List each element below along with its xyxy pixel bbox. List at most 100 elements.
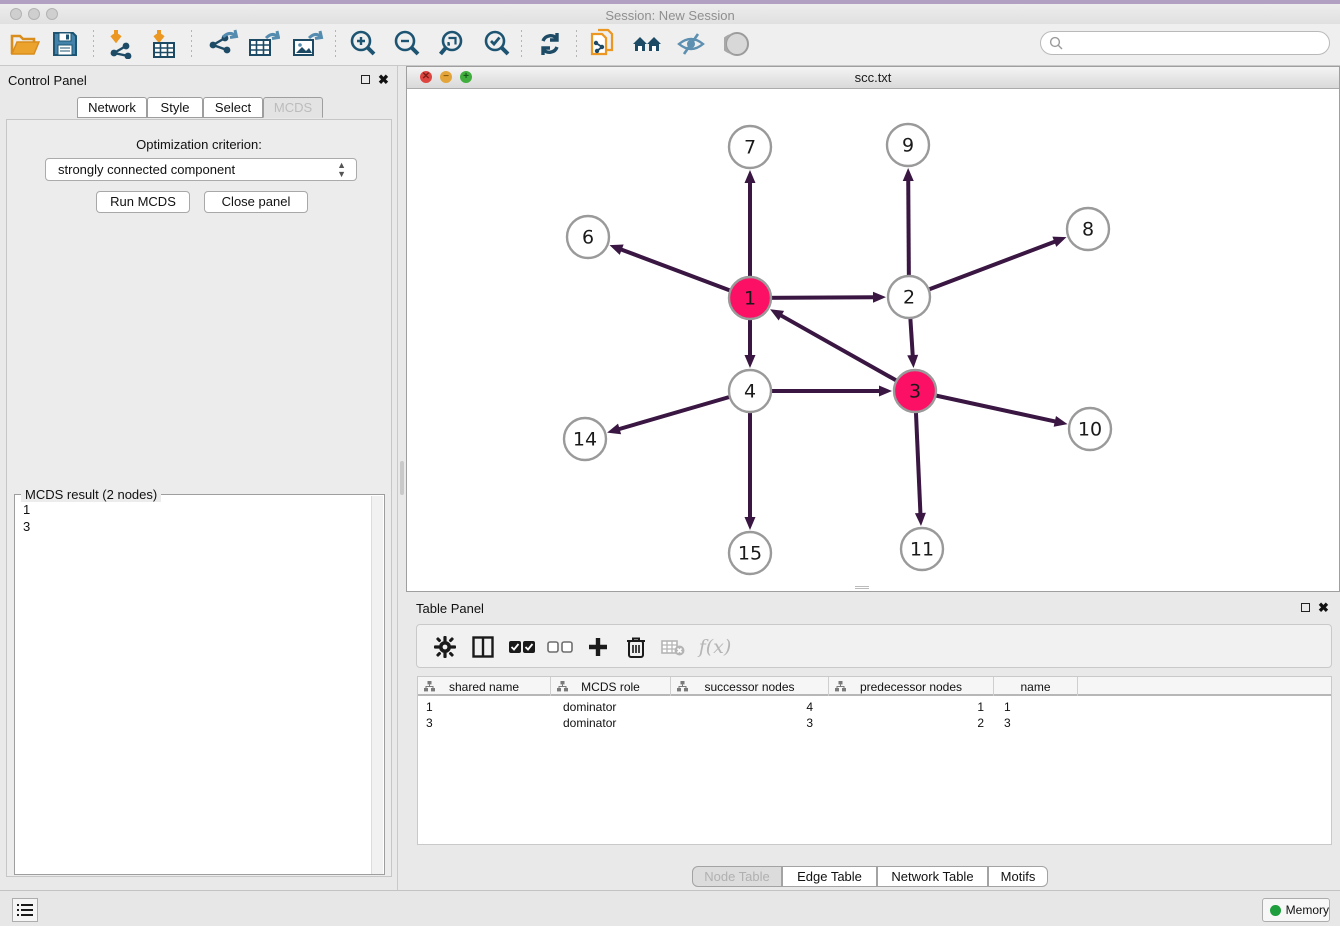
- tab-motifs[interactable]: Motifs: [988, 866, 1048, 887]
- add-column-icon[interactable]: [582, 631, 614, 663]
- graph-node-label: 7: [744, 137, 756, 159]
- select-all-icon[interactable]: [506, 631, 538, 663]
- window-title: Session: New Session: [0, 8, 1340, 23]
- graph-node-label: 10: [1078, 419, 1102, 441]
- main-toolbar: [0, 24, 1340, 66]
- status-bar: Memory: [0, 890, 1340, 926]
- graph-edge-arrow: [1052, 237, 1066, 247]
- trash-icon[interactable]: [620, 631, 652, 663]
- column-type-icon: [557, 681, 568, 692]
- gear-icon[interactable]: [429, 631, 461, 663]
- clone-network-icon[interactable]: [586, 27, 620, 61]
- close-panel-icon[interactable]: ✖: [378, 74, 389, 85]
- zoom-in-icon[interactable]: [346, 27, 380, 61]
- graph-edge-arrow: [745, 170, 756, 183]
- export-table-icon[interactable]: [247, 27, 281, 61]
- export-network-icon[interactable]: [206, 27, 240, 61]
- mcds-result-text[interactable]: 1 3: [16, 501, 371, 535]
- run-mcds-button[interactable]: Run MCDS: [96, 191, 190, 213]
- graph-edge-arrow: [610, 245, 624, 255]
- graph-node-label: 11: [910, 539, 934, 561]
- optimization-criterion-select[interactable]: strongly connected component ▲▼: [45, 158, 357, 181]
- graph-node-label: 3: [909, 381, 921, 403]
- table-row[interactable]: 3 dominator 3 2 3: [418, 715, 1331, 731]
- import-network-icon[interactable]: [104, 27, 138, 61]
- graph-node-label: 1: [744, 288, 756, 310]
- node-table: shared name MCDS role successor nodes pr…: [417, 676, 1332, 845]
- toolbar-separator: [335, 30, 336, 60]
- mcds-result-group: MCDS result (2 nodes) 1 3: [14, 494, 385, 875]
- result-scrollbar[interactable]: [371, 496, 383, 874]
- export-image-icon[interactable]: [291, 27, 325, 61]
- columns-icon[interactable]: [467, 631, 499, 663]
- graph-node-label: 4: [744, 381, 756, 403]
- app-titlebar: Session: New Session: [0, 4, 1340, 24]
- toolbar-separator: [93, 30, 94, 60]
- mcds-panel: Optimization criterion: strongly connect…: [6, 119, 392, 877]
- table-row[interactable]: 1 dominator 4 1 1: [418, 699, 1331, 715]
- hide-eye-icon[interactable]: [674, 27, 708, 61]
- search-input[interactable]: [1063, 33, 1329, 53]
- column-header[interactable]: predecessor nodes: [829, 677, 994, 696]
- table-close-icon[interactable]: ✖: [1318, 602, 1329, 613]
- task-list-button[interactable]: [12, 898, 38, 922]
- memory-button[interactable]: Memory: [1262, 898, 1330, 922]
- graph-node-label: 9: [902, 135, 914, 157]
- column-type-icon: [677, 681, 688, 692]
- graph-edge-arrow: [915, 513, 926, 526]
- network-window: ✕ − + scc.txt 1234678910111415: [406, 66, 1340, 592]
- zoom-out-icon[interactable]: [390, 27, 424, 61]
- save-session-icon[interactable]: [48, 27, 82, 61]
- tab-node-table[interactable]: Node Table: [692, 866, 782, 887]
- delete-table-icon: [657, 631, 689, 663]
- graph-edge[interactable]: [780, 315, 915, 391]
- tab-edge-table[interactable]: Edge Table: [782, 866, 877, 887]
- close-panel-button[interactable]: Close panel: [204, 191, 308, 213]
- graph-node-label: 15: [738, 543, 762, 565]
- control-panel: Control Panel ✖ Network Style Select MCD…: [0, 66, 398, 890]
- deselect-all-icon[interactable]: [544, 631, 576, 663]
- table-toolbar: f(x): [416, 624, 1332, 668]
- graph-edge-arrow: [745, 355, 756, 368]
- graph-edge-arrow: [907, 355, 918, 368]
- refresh-icon[interactable]: [533, 27, 567, 61]
- column-header[interactable]: successor nodes: [671, 677, 829, 696]
- graph-edge-arrow: [1054, 416, 1068, 427]
- tab-style[interactable]: Style: [147, 97, 203, 118]
- graph-edge-arrow: [607, 424, 621, 435]
- network-resize-handle[interactable]: [855, 586, 869, 589]
- column-header[interactable]: name: [994, 677, 1078, 696]
- graph-node-label: 6: [582, 227, 594, 249]
- column-header[interactable]: shared name: [418, 677, 551, 696]
- float-panel-icon[interactable]: [361, 75, 370, 84]
- memory-status-icon: [1270, 905, 1281, 916]
- select-value: strongly connected component: [58, 162, 235, 177]
- search-box[interactable]: [1040, 31, 1330, 55]
- function-icon: f(x): [695, 631, 735, 663]
- network-graph[interactable]: 1234678910111415: [407, 89, 1339, 591]
- splitter-handle[interactable]: [400, 461, 404, 495]
- zoom-selected-icon[interactable]: [480, 27, 514, 61]
- zoom-fit-icon[interactable]: [435, 27, 469, 61]
- vertical-splitter[interactable]: [398, 66, 406, 890]
- tab-network-table[interactable]: Network Table: [877, 866, 988, 887]
- graphspace-homes-icon[interactable]: [630, 27, 664, 61]
- table-header: shared name MCDS role successor nodes pr…: [418, 677, 1331, 696]
- mcds-result-legend: MCDS result (2 nodes): [21, 487, 161, 502]
- graph-edge[interactable]: [909, 241, 1056, 297]
- graph-edge-arrow: [879, 386, 892, 397]
- search-icon: [1049, 36, 1063, 50]
- column-type-icon: [424, 681, 435, 692]
- tab-network[interactable]: Network: [77, 97, 147, 118]
- tab-select[interactable]: Select: [203, 97, 263, 118]
- column-header[interactable]: MCDS role: [551, 677, 671, 696]
- open-session-icon[interactable]: [8, 27, 42, 61]
- network-title: scc.txt: [407, 70, 1339, 85]
- table-float-icon[interactable]: [1301, 603, 1310, 612]
- network-titlebar[interactable]: ✕ − + scc.txt: [407, 67, 1339, 89]
- graph-node-label: 2: [903, 287, 915, 309]
- tab-mcds[interactable]: MCDS: [263, 97, 323, 118]
- graph-edge-arrow: [873, 292, 886, 303]
- import-table-icon[interactable]: [147, 27, 181, 61]
- table-panel: Table Panel ✖ f(x) s: [406, 595, 1340, 890]
